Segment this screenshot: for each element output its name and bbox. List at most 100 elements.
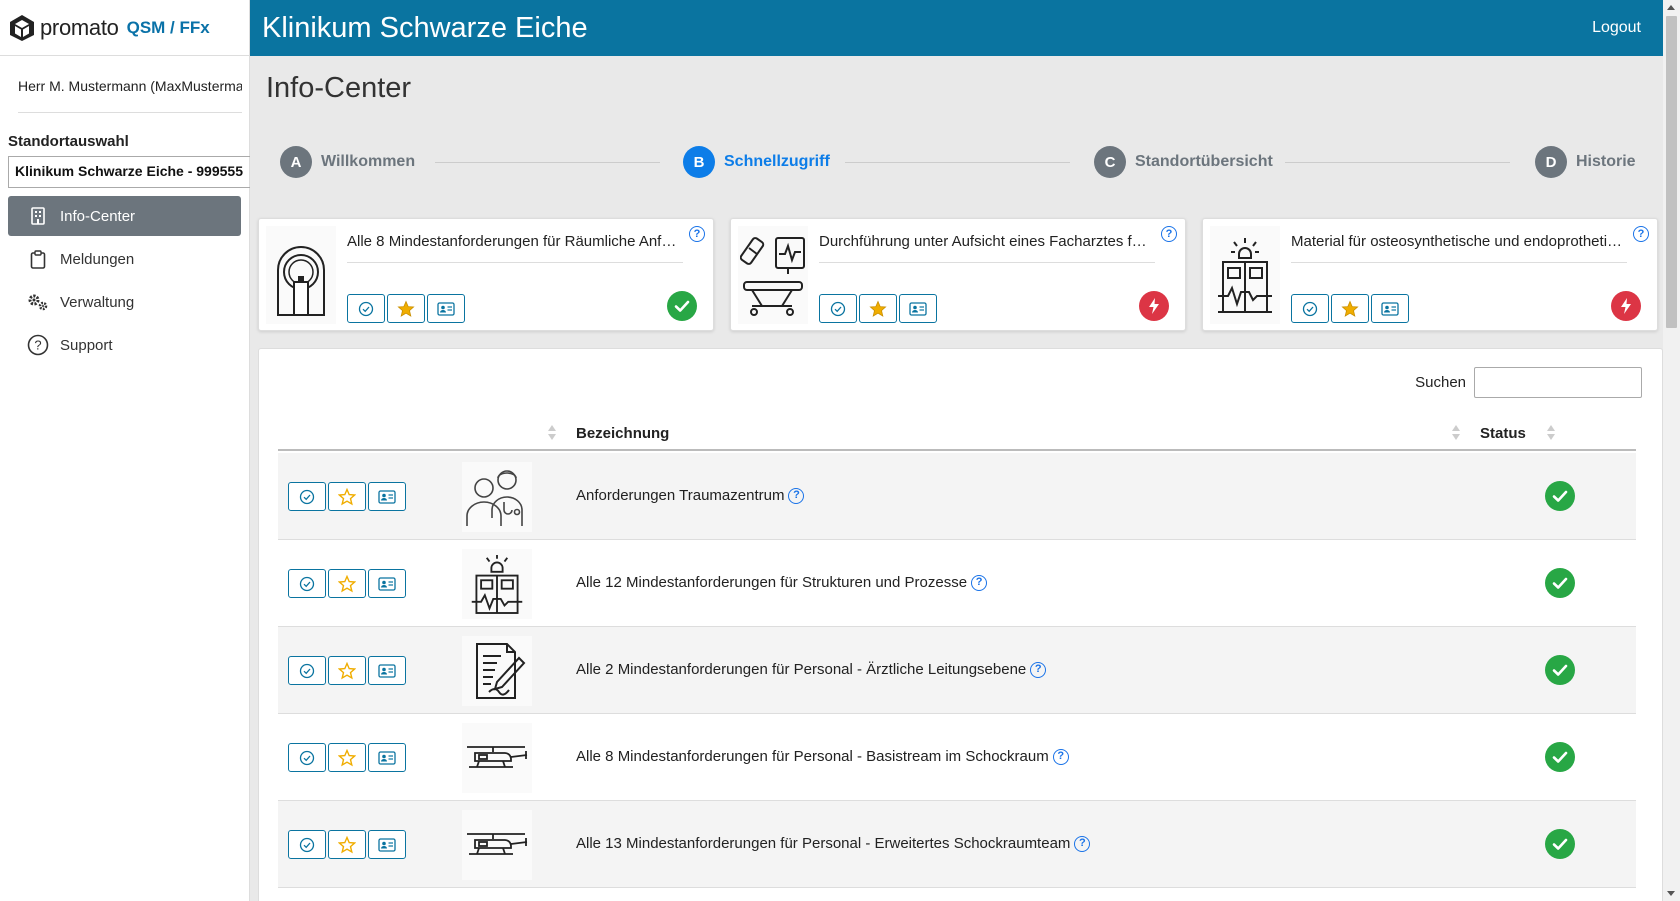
check-circle-icon [299,576,315,591]
star-outline-icon [338,748,356,766]
site-title: Klinikum Schwarze Eiche [262,11,588,44]
row-title[interactable]: Alle 2 Mindestanforderungen für Personal… [576,661,1047,678]
scroll-up-arrow-icon[interactable] [1667,5,1675,10]
help-icon[interactable]: ? [1074,835,1091,852]
help-icon[interactable]: ? [1633,226,1649,242]
details-card-button[interactable] [368,656,406,685]
quick-access-card[interactable]: Durchführung unter Aufsicht eines Fachar… [730,218,1186,331]
details-card-button[interactable] [368,482,406,511]
requirements-table-panel: Suchen Bezeichnung Status Anforderungen … [258,348,1663,901]
check-circle-button[interactable] [347,294,385,323]
card-actions [347,294,465,323]
details-card-button[interactable] [1371,294,1409,323]
row-actions [288,743,406,772]
row-title[interactable]: Alle 13 Mindestanforderungen für Persona… [576,835,1091,852]
sidebar-item-meldungen[interactable]: Meldungen [8,239,241,279]
favorite-button[interactable] [328,569,366,598]
help-icon[interactable]: ? [1161,226,1177,242]
svg-text:?: ? [34,338,41,353]
check-circle-button[interactable] [288,656,326,685]
logout-link[interactable]: Logout [1592,19,1641,37]
wizard-step-label: Schnellzugriff [724,153,830,170]
quick-access-card[interactable]: Material für osteosynthetische und endop… [1202,218,1658,331]
table-row[interactable]: Alle 2 Mindestanforderungen für Personal… [278,627,1636,714]
emergency-room-icon [462,549,532,619]
card-title[interactable]: Material für osteosynthetische und endop… [1291,233,1627,263]
card-actions [819,294,937,323]
column-header-bezeichnung[interactable]: Bezeichnung [576,425,669,442]
scroll-thumb[interactable] [1666,16,1677,328]
details-card-button[interactable] [368,743,406,772]
details-card-button[interactable] [368,569,406,598]
id-card-icon [378,837,396,852]
card-title[interactable]: Durchführung unter Aufsicht eines Fachar… [819,233,1155,263]
details-card-button[interactable] [368,830,406,859]
help-icon[interactable]: ? [971,574,988,591]
sort-icon[interactable] [1452,425,1460,441]
details-card-button[interactable] [427,294,465,323]
check-circle-button[interactable] [288,482,326,511]
row-title[interactable]: Alle 12 Mindestanforderungen für Struktu… [576,574,988,591]
row-title[interactable]: Anforderungen Traumazentrum ? [576,487,805,504]
table-row[interactable]: Anforderungen Traumazentrum ? [278,453,1636,540]
search-input[interactable] [1474,367,1642,398]
favorite-button[interactable] [387,294,425,323]
column-header-status[interactable]: Status [1480,425,1526,442]
sort-icon[interactable] [1547,425,1555,441]
brand[interactable]: promato QSM / FFx [0,0,249,56]
favorite-button[interactable] [328,482,366,511]
favorite-button[interactable] [1331,294,1369,323]
favorite-button[interactable] [328,830,366,859]
gears-icon [26,290,50,314]
sidebar-item-verwaltung[interactable]: Verwaltung [8,282,241,322]
row-name: Alle 8 Mindestanforderungen für Personal… [576,748,1049,765]
details-card-button[interactable] [899,294,937,323]
wizard-step-schnellzugriff[interactable]: B Schnellzugriff [683,146,830,178]
emergency-room-icon [1210,226,1280,324]
favorite-button[interactable] [859,294,897,323]
wizard-steps: A Willkommen B Schnellzugriff C Standort… [280,146,1636,178]
sidebar-item-info-center[interactable]: Info-Center [8,196,241,236]
sort-icon[interactable] [548,425,556,441]
check-circle-button[interactable] [288,743,326,772]
table-row[interactable]: Alle 8 Mindestanforderungen für Personal… [278,714,1636,801]
status-error-icon [1611,291,1641,321]
wizard-step-historie[interactable]: D Historie [1535,146,1636,178]
wizard-step-label: Willkommen [321,153,416,170]
clipboard-icon [26,247,50,271]
page-scrollbar[interactable] [1663,0,1680,901]
star-outline-icon [338,487,356,505]
site-select[interactable]: Klinikum Schwarze Eiche - 999555 [8,156,250,188]
check-circle-button[interactable] [819,294,857,323]
scroll-down-arrow-icon[interactable] [1667,891,1675,896]
wizard-step-standortuebersicht[interactable]: C Standortübersicht [1094,146,1273,178]
id-card-icon [378,663,396,678]
help-icon[interactable]: ? [788,487,805,504]
id-card-icon [378,489,396,504]
row-actions [288,569,406,598]
table-row[interactable]: Alle 12 Mindestanforderungen für Struktu… [278,540,1636,627]
sidebar-item-support[interactable]: ? Support [8,325,241,365]
user-name: Herr M. Mustermann (MaxMustermann) [18,78,242,113]
brand-name: promato [40,14,119,40]
quick-access-card[interactable]: Alle 8 Mindestanforderungen für Räumlich… [258,218,714,331]
check-circle-button[interactable] [288,830,326,859]
star-outline-icon [338,661,356,679]
promato-logo-icon [10,14,34,41]
check-circle-icon [299,663,315,678]
check-circle-button[interactable] [288,569,326,598]
check-circle-button[interactable] [1291,294,1329,323]
card-title[interactable]: Alle 8 Mindestanforderungen für Räumlich… [347,233,683,263]
mri-scanner-icon [266,226,336,324]
wizard-step-willkommen[interactable]: A Willkommen [280,146,415,178]
help-icon[interactable]: ? [1052,748,1069,765]
favorite-button[interactable] [328,743,366,772]
table-row[interactable]: Alle 13 Mindestanforderungen für Persona… [278,801,1636,888]
row-title[interactable]: Alle 8 Mindestanforderungen für Personal… [576,748,1069,765]
star-outline-icon [338,835,356,853]
help-icon[interactable]: ? [689,226,705,242]
table-header: Bezeichnung Status [278,411,1636,451]
help-icon[interactable]: ? [1030,661,1047,678]
status-ok-icon [1545,655,1575,685]
favorite-button[interactable] [328,656,366,685]
